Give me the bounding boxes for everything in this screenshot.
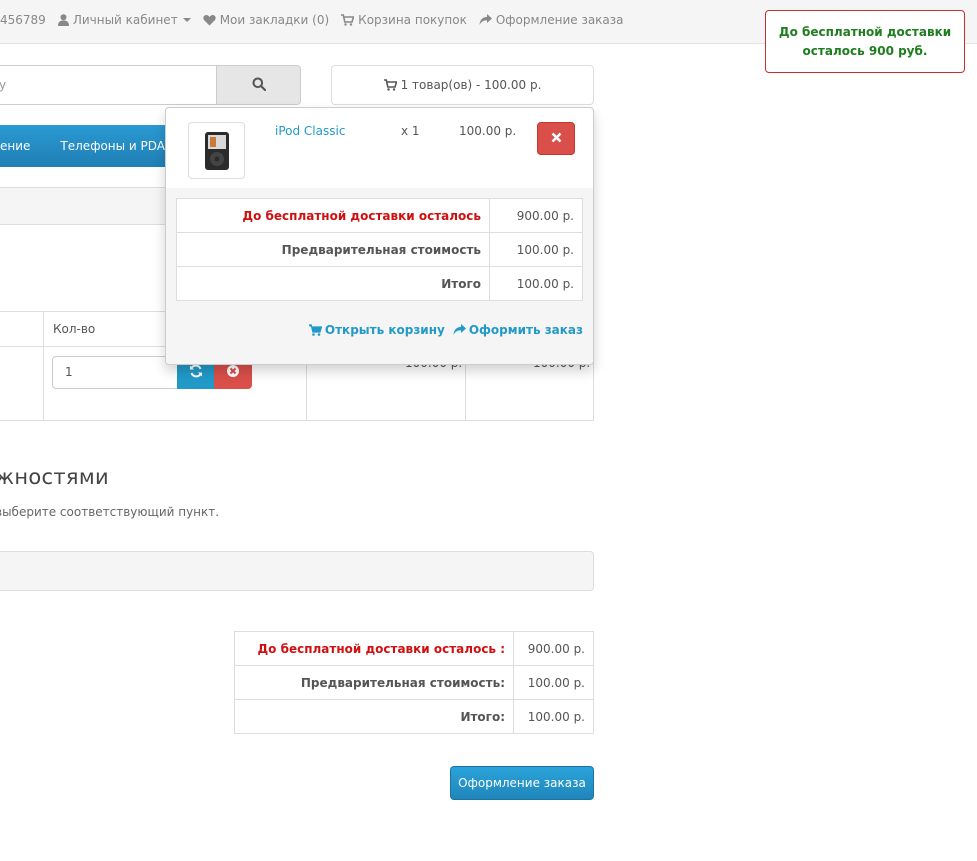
subtotal-label: Предварительная стоимость (176, 232, 490, 267)
view-cart-label: Открыть корзину (324, 323, 445, 337)
subtotal-value: 100.00 р. (513, 665, 594, 700)
section-subtitle: выберите соответствующий пункт. (0, 505, 220, 519)
remove-product-button[interactable] (537, 122, 575, 155)
product-thumbnail[interactable] (188, 122, 245, 179)
cart-summary: 1 товар(ов) - 100.00 р. (400, 78, 542, 92)
heart-icon (203, 14, 216, 26)
checkout-link[interactable]: Оформить заказ (453, 323, 583, 337)
cart-dropdown-item: iPod Classic x 1 100.00 р. (166, 108, 593, 188)
total-label: Итого: (234, 699, 514, 734)
account-label: Личный кабинет (72, 13, 178, 27)
cart-icon (308, 324, 322, 336)
cart-icon (383, 79, 397, 91)
total-value: 100.00 р. (489, 266, 583, 301)
table-row: Итого 100.00 р. (176, 266, 583, 301)
product-quantity: x 1 (401, 124, 420, 138)
table-row: До бесплатной доставки осталось : 900.00… (234, 631, 594, 666)
checkout-link[interactable]: Оформление заказа (479, 13, 624, 27)
product-name-link[interactable]: iPod Classic (275, 124, 345, 138)
cart-dropdown-links: Открыть корзину Оформить заказ (301, 323, 583, 337)
cart-dropdown-button[interactable]: 1 товар(ов) - 100.00 р. (331, 65, 594, 105)
section-title: ожностями (0, 465, 109, 489)
cart-label: Корзина покупок (358, 13, 467, 27)
total-label: Итого (176, 266, 490, 301)
order-totals: До бесплатной доставки осталось : 900.00… (234, 631, 594, 734)
menu-item-phones[interactable]: Телефоны и PDA (45, 139, 180, 153)
refresh-icon (189, 364, 203, 381)
remove-circle-icon (226, 364, 240, 381)
total-value: 100.00 р. (513, 699, 594, 734)
share-icon (453, 324, 466, 336)
share-icon (479, 14, 492, 26)
cart-icon (341, 14, 355, 26)
menu-item-partial[interactable]: ение (0, 139, 45, 153)
free-delivery-value: 900.00 р. (513, 631, 594, 666)
qty-column-header: Кол-во (53, 322, 96, 336)
phone-number: 456789 (0, 13, 46, 27)
close-icon (551, 132, 562, 146)
quantity-input[interactable]: 1 (52, 356, 179, 389)
table-row: До бесплатной доставки осталось 900.00 р… (176, 198, 583, 233)
table-row: Предварительная стоимость 100.00 р. (176, 232, 583, 267)
free-delivery-label: До бесплатной доставки осталось : (234, 631, 514, 666)
top-links: 456789 Личный кабинет Мои закладки (0) К… (0, 13, 636, 27)
checkout-label: Оформление заказа (495, 13, 624, 27)
user-icon (57, 14, 69, 26)
account-dropdown[interactable]: Личный кабинет (57, 13, 191, 27)
search-button[interactable] (216, 65, 301, 105)
cart-link[interactable]: Корзина покупок (341, 13, 467, 27)
ipod-image (204, 131, 229, 170)
subtotal-label: Предварительная стоимость: (234, 665, 514, 700)
product-price: 100.00 р. (459, 124, 517, 138)
chevron-down-icon (182, 18, 191, 22)
checkout-button[interactable]: Оформление заказа (450, 766, 594, 800)
free-delivery-banner: До бесплатной доставки осталось 900 руб. (765, 10, 965, 73)
cart-dropdown-totals: До бесплатной доставки осталось 900.00 р… (176, 198, 583, 301)
checkout-label: Оформить заказ (468, 323, 583, 337)
wishlist-label: Мои закладки (0) (219, 13, 330, 27)
options-panel[interactable] (0, 551, 594, 591)
search-icon (252, 77, 266, 94)
phone-link[interactable]: 456789 (0, 13, 46, 27)
table-row: Итого: 100.00 р. (234, 699, 594, 734)
table-row: Предварительная стоимость: 100.00 р. (234, 665, 594, 700)
cart-dropdown: iPod Classic x 1 100.00 р. До бесплатной… (165, 107, 594, 365)
free-delivery-label: До бесплатной доставки осталось (176, 198, 490, 233)
free-delivery-value: 900.00 р. (489, 198, 583, 233)
subtotal-value: 100.00 р. (489, 232, 583, 267)
view-cart-link[interactable]: Открыть корзину (308, 323, 445, 337)
wishlist-link[interactable]: Мои закладки (0) (203, 13, 329, 27)
search-input[interactable]: у (0, 65, 217, 105)
